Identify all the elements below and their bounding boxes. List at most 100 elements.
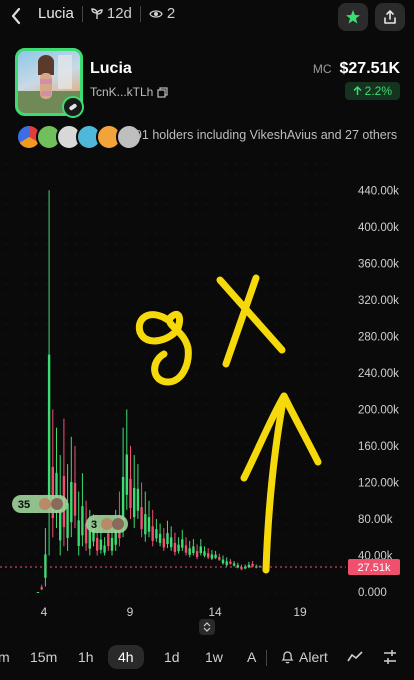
x-tick-label: 9 <box>127 605 134 619</box>
candle-body <box>199 546 202 554</box>
candle-body <box>36 592 40 593</box>
change-value: 2.2% <box>364 84 392 98</box>
candle-body <box>166 533 169 545</box>
candle-body <box>192 546 195 554</box>
trade-marker: 35 <box>12 495 68 513</box>
y-tick-label: 120.00k <box>358 477 399 489</box>
y-tick-label: 0.000 <box>358 587 387 599</box>
timeframe-4h[interactable]: 4h <box>108 645 144 669</box>
candle-body <box>170 537 173 548</box>
x-tick-label: 19 <box>293 605 307 619</box>
arrow-up-icon <box>353 86 362 95</box>
timeframe-all[interactable]: A <box>247 649 256 665</box>
token-address[interactable]: TcnK...kTLh <box>90 85 168 99</box>
market-cap: MC $27.51K <box>313 60 400 78</box>
y-tick-label: 280.00k <box>358 331 399 343</box>
candle-body <box>162 538 165 548</box>
candle-body <box>221 559 225 564</box>
candle-body <box>140 507 143 529</box>
candle-body <box>144 514 147 535</box>
candle-body <box>136 488 140 511</box>
holders-summary: 991 holders including VikeshAvius and 27… <box>128 128 398 142</box>
candle-body <box>73 482 77 516</box>
age-meta: 12d <box>91 5 132 22</box>
candle-body <box>110 537 114 551</box>
mc-label: MC <box>312 62 332 76</box>
change-badge: 2.2% <box>344 82 400 100</box>
marker-count: 35 <box>18 499 30 511</box>
divider <box>139 5 141 22</box>
address-text: TcnK...kTLh <box>90 85 154 99</box>
header-title: Lucia <box>38 5 74 22</box>
candle-body <box>218 556 221 560</box>
alert-button[interactable]: Alert <box>281 649 328 665</box>
sprout-icon <box>91 8 103 19</box>
timeframe-m[interactable]: m <box>0 649 10 665</box>
y-tick-label: 200.00k <box>358 404 399 416</box>
divider <box>81 5 83 22</box>
candle-body <box>229 561 232 564</box>
timeframe-1h[interactable]: 1h <box>78 649 94 665</box>
x-axis: 4 9 14 19 <box>41 605 307 619</box>
settings-icon[interactable] <box>382 649 398 670</box>
candle-body <box>147 517 151 532</box>
candle-body <box>129 478 132 508</box>
current-price-label: 27.51k <box>357 562 391 574</box>
candle-body <box>214 554 217 558</box>
y-tick-label: 160.00k <box>358 441 399 453</box>
candle-body <box>177 544 180 552</box>
candle-body <box>70 481 73 523</box>
candle-body <box>107 533 110 547</box>
timeframe-1w[interactable]: 1w <box>205 649 223 665</box>
y-tick-label: 360.00k <box>358 258 399 270</box>
back-icon[interactable] <box>10 6 30 28</box>
y-tick-label: 320.00k <box>358 295 399 307</box>
candle-body <box>158 533 162 543</box>
y-axis: 0.00040.00k80.00k120.00k160.00k200.00k24… <box>358 185 399 599</box>
candle-body <box>203 551 206 556</box>
candle-body <box>173 542 177 553</box>
watchers-value: 2 <box>166 5 176 22</box>
mc-value: $27.51K <box>339 60 401 77</box>
indicator-icon[interactable] <box>347 650 363 669</box>
token-header: Lucia 12d 2 <box>38 5 175 22</box>
candle-body <box>96 537 99 551</box>
candle-body <box>99 539 103 550</box>
y-tick-label: 440.00k <box>358 185 399 197</box>
chevron-expand-icon[interactable] <box>199 619 215 635</box>
trade-marker: 3 <box>86 515 128 533</box>
current-price-tag: 27.51k <box>348 559 400 575</box>
candle-body <box>247 564 251 568</box>
candles <box>36 190 262 593</box>
star-icon <box>346 10 360 24</box>
x-tick-label: 14 <box>208 605 222 619</box>
bell-icon <box>281 651 294 664</box>
y-tick-label: 240.00k <box>358 368 399 380</box>
price-chart[interactable]: 0.00040.00k80.00k120.00k160.00k200.00k24… <box>0 150 414 630</box>
watchers-meta: 2 <box>149 5 175 22</box>
candle-body <box>181 539 184 548</box>
tf-divider <box>266 650 267 666</box>
candle-body <box>121 476 125 521</box>
pill-icon <box>62 96 84 118</box>
share-button[interactable] <box>375 3 405 31</box>
eye-icon <box>149 9 163 18</box>
copy-icon[interactable] <box>157 86 168 98</box>
marker-count: 3 <box>91 519 97 531</box>
candle-body <box>40 587 43 590</box>
candle-body <box>207 553 210 558</box>
candle-body <box>125 454 128 495</box>
candle-body <box>184 545 188 553</box>
candle-body <box>151 526 154 541</box>
candle-body <box>47 354 51 501</box>
candle-body <box>81 506 84 536</box>
favorite-button[interactable] <box>338 3 368 31</box>
age-value: 12d <box>106 5 132 22</box>
candle-body <box>210 554 214 559</box>
timeframe-15m[interactable]: 15m <box>30 649 57 665</box>
x-tick-label: 4 <box>41 605 48 619</box>
candle-body <box>44 554 47 578</box>
candle-body <box>225 561 228 566</box>
holder-avatars[interactable] <box>16 124 142 150</box>
timeframe-1d[interactable]: 1d <box>164 649 180 665</box>
